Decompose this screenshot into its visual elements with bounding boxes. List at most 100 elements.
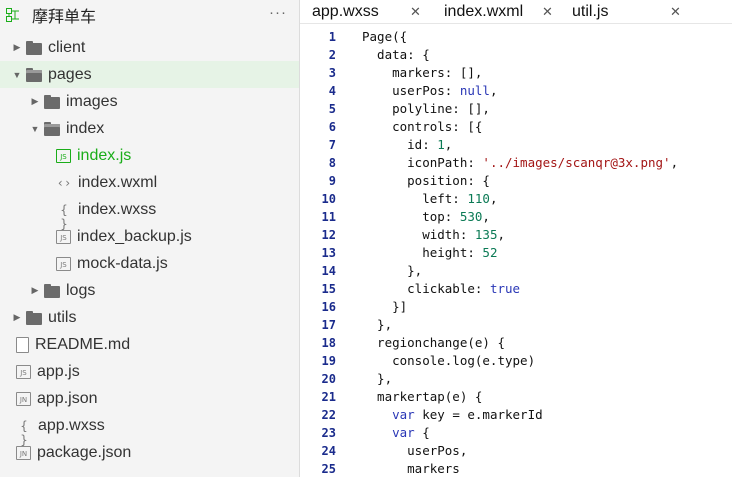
line-number: 18 [321,336,336,350]
tree-item-logs[interactable]: ▶ logs [0,277,299,304]
tree-item-label: index.wxss [78,200,157,218]
code-line: 12 width: 135, [300,226,732,244]
tree-item-app-json[interactable]: JN app.json [0,385,299,412]
tree-item-package-json[interactable]: JN package.json [0,439,299,466]
caret-down-icon[interactable]: ▼ [30,124,40,134]
sidebar-header: 摩拜单车 ··· [0,0,299,29]
tree-item-pages[interactable]: ▼ pages [0,61,299,88]
code-area[interactable]: 1 Page({2 data: {3 markers: [], 4 userPos:… [300,28,732,477]
code-line: 11 top: 530, [300,208,732,226]
line-number: 2 [328,48,336,62]
file-type-tag: JS [20,368,27,377]
line-content: }] [362,299,408,314]
line-number: 5 [328,102,336,116]
code-line: 18 regionchange(e) { [300,334,732,352]
tree-item-index-js[interactable]: JS index.js [0,142,299,169]
code-line: 7 id: 1, [300,136,732,154]
ide-window: 摩拜单车 ··· ▶ client ▼ pages ▶ images ▼ index JS ind… [0,0,732,477]
code-line: 19 console.log(e.type) [300,352,732,370]
line-content: }, [362,317,393,332]
tree-item-label: images [66,92,118,110]
code-line: 8 iconPath: '../images/scanqr@3x.png', [300,154,732,172]
code-line: 23 var { [300,424,732,442]
line-number: 23 [321,426,336,440]
tab-index-wxml[interactable]: index.wxml ✕ [432,0,560,24]
js-file-icon: JS [56,148,71,163]
folder-icon [26,40,42,55]
code-line: 3 markers: [], [300,64,732,82]
tree-item-app-js[interactable]: JS app.js [0,358,299,385]
tree-item-label: logs [66,281,96,299]
line-content: clickable: true [362,281,521,296]
code-line: 21 markertap(e) { [300,388,732,406]
folder-open-icon [44,121,60,136]
code-line: 20 }, [300,370,732,388]
tab-label: index.wxml [444,3,524,20]
tab-close-icon[interactable]: ✕ [410,4,421,20]
tree-item-label: package.json [37,443,132,461]
code-line: 5 polyline: [], [300,100,732,118]
line-number: 13 [321,246,336,260]
tree-item-index[interactable]: ▼ index [0,115,299,142]
file-type-tag: JS [60,260,67,269]
line-number: 1 [328,30,336,44]
editor-tabs: app.wxss ✕ index.wxml ✕ util.js ✕ [300,0,732,24]
line-number: 22 [321,408,336,422]
code-line: 10 left: 110, [300,190,732,208]
folder-icon [44,94,60,109]
tree-item-images[interactable]: ▶ images [0,88,299,115]
folder-icon [26,310,42,325]
line-number: 24 [321,444,336,458]
line-number: 12 [321,228,336,242]
tab-label: util.js [572,3,609,20]
code-line: 14 }, [300,262,732,280]
line-content: var { [392,425,430,440]
tree-item-app-wxss[interactable]: { } app.wxss [0,412,299,447]
caret-down-icon[interactable]: ▼ [12,70,22,80]
tree-item-index-wxml[interactable]: ‹› index.wxml [0,169,299,196]
line-content: userPos, [362,443,468,458]
caret-right-icon[interactable]: ▶ [30,285,40,296]
style-file-icon: { } [60,202,68,231]
tab-close-icon[interactable]: ✕ [670,4,681,20]
caret-right-icon[interactable]: ▶ [12,312,22,323]
tab-util-js[interactable]: util.js ✕ [560,0,690,24]
line-number: 6 [328,120,336,134]
line-number: 21 [321,390,336,404]
tree-item-mock-data-js[interactable]: JS mock-data.js [0,250,299,277]
tree-item-label: index [66,119,105,137]
line-content: height: 52 [362,245,498,260]
tree-item-label: pages [48,65,92,83]
tree-item-client[interactable]: ▶ client [0,34,299,61]
file-explorer-sidebar: 摩拜单车 ··· ▶ client ▼ pages ▶ images ▼ index JS ind… [0,0,300,477]
line-content: left: 110, [362,191,498,206]
file-type-tag: JS [60,233,67,242]
tree-item-utils[interactable]: ▶ utils [0,304,299,331]
tree-item-label: app.wxss [38,416,105,434]
caret-right-icon[interactable]: ▶ [12,42,22,53]
line-content: iconPath: '../images/scanqr@3x.png', [362,155,679,170]
tree-item-readme-md[interactable]: README.md [0,331,299,358]
caret-right-icon[interactable]: ▶ [30,96,40,107]
tree-item-label: client [48,38,86,56]
tree-item-label: mock-data.js [77,254,168,272]
tree-item-index-wxss[interactable]: { } index.wxss [0,196,299,231]
code-line: 16 }] [300,298,732,316]
file-type-tag: JN [19,395,28,404]
tree-item-label: README.md [35,335,131,353]
code-editor[interactable]: app.wxss ✕ index.wxml ✕ util.js ✕ 1 Page(… [300,0,732,477]
js-file-icon: JS [56,256,71,271]
more-options-button[interactable]: ··· [269,4,287,21]
markup-file-icon: ‹› [56,175,72,190]
line-content: data: { [362,47,430,62]
json-file-icon: JN [16,445,31,460]
code-line: 13 height: 52 [300,244,732,262]
json-file-icon: JN [16,391,31,406]
line-content: markers [362,461,460,476]
tab-app-wxss[interactable]: app.wxss ✕ [300,0,432,24]
line-content: markers: [], [362,65,483,80]
tree-item-index-backup-js[interactable]: JS index_backup.js [0,223,299,250]
line-content: top: 530, [362,209,490,224]
tab-close-icon[interactable]: ✕ [542,4,553,20]
line-content: position: { [362,173,490,188]
